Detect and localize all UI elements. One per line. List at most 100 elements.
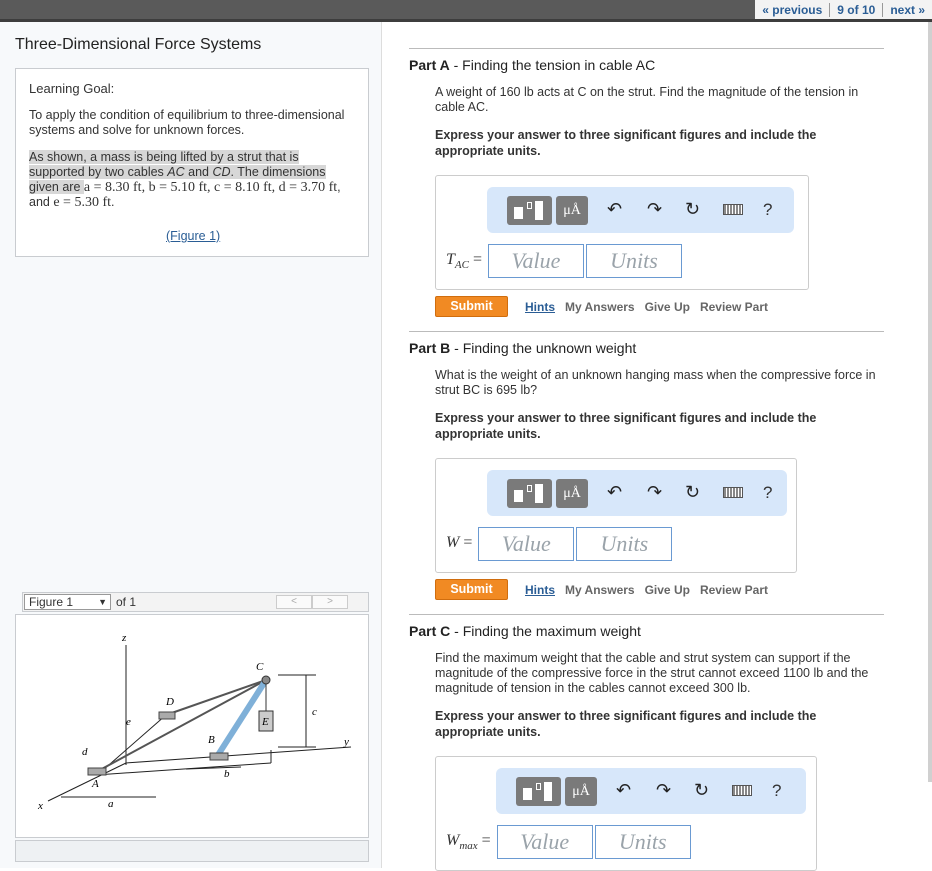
help-icon[interactable]: ? — [763, 200, 772, 220]
redo-icon[interactable]: ↷ — [647, 199, 662, 220]
units-input[interactable]: Units — [594, 825, 691, 859]
review-part-link[interactable]: Review Part — [700, 300, 768, 314]
figure-select[interactable]: Figure 1 ▼ — [24, 594, 111, 610]
assignment-nav: « previous 9 of 10 next » — [755, 0, 932, 19]
math-toolbar: μÅ ↶ ↷ ↻ ? — [487, 187, 794, 233]
help-icon[interactable]: ? — [772, 781, 781, 801]
intro-and: and — [184, 165, 213, 179]
label-a-dim: a — [108, 798, 114, 810]
figure-footer — [15, 840, 369, 862]
figure-link[interactable]: (Figure 1) — [166, 229, 220, 244]
my-answers-link[interactable]: My Answers — [565, 583, 635, 597]
joint-c — [261, 675, 271, 685]
part-a-answer-box: μÅ ↶ ↷ ↻ ? TAC = Value Units — [435, 175, 809, 290]
redo-icon[interactable]: ↷ — [656, 780, 671, 801]
redo-icon[interactable]: ↷ — [647, 482, 662, 503]
keyboard-icon[interactable] — [732, 785, 752, 796]
units-input[interactable]: Units — [576, 527, 673, 561]
cable-ac — [97, 679, 267, 772]
reset-icon[interactable]: ↻ — [694, 780, 709, 801]
math-toolbar: μÅ ↶ ↷ ↻ ? — [487, 470, 787, 516]
intro-text: As shown, a mass is being lifted by a st… — [29, 150, 355, 210]
scrollbar[interactable] — [928, 22, 932, 782]
support-b — [209, 752, 229, 761]
label-a-point: A — [91, 778, 99, 790]
previous-link[interactable]: « previous — [755, 3, 829, 17]
support-a — [87, 767, 107, 776]
part-divider — [409, 48, 884, 49]
hints-link[interactable]: Hints — [525, 300, 555, 314]
value-input[interactable]: Value — [478, 527, 575, 561]
label-x: x — [37, 800, 43, 812]
label-e-dim: e — [126, 716, 131, 728]
label-c-dim: c — [312, 706, 317, 718]
dimension-values: a = 8.30 ft, b = 5.10 ft, c = 8.10 ft, d… — [83, 180, 338, 195]
next-link[interactable]: next » — [883, 3, 932, 17]
goal-heading: Learning Goal: — [29, 81, 115, 96]
value-input[interactable]: Value — [496, 825, 593, 859]
right-panel: Part A - Finding the tension in cable AC… — [383, 22, 932, 871]
figure-toolbar: Figure 1 ▼ of 1 < > — [22, 592, 369, 612]
give-up-link[interactable]: Give Up — [645, 583, 690, 597]
templates-button[interactable] — [507, 479, 552, 508]
help-icon[interactable]: ? — [763, 483, 772, 503]
math-toolbar: μÅ ↶ ↷ ↻ ? — [496, 768, 806, 814]
figure-count: of 1 — [116, 595, 137, 609]
keyboard-icon[interactable] — [723, 204, 743, 215]
figure-pager: < > — [276, 595, 348, 609]
reset-icon[interactable]: ↻ — [685, 199, 700, 220]
left-panel: Three-Dimensional Force Systems Learning… — [0, 22, 382, 868]
label-b-point: B — [208, 734, 215, 746]
part-a: Part A - Finding the tension in cable AC… — [409, 48, 884, 317]
keyboard-icon[interactable] — [723, 487, 743, 498]
hints-link[interactable]: Hints — [525, 583, 555, 597]
x-axis — [47, 762, 127, 802]
dimension-e: e = 5.30 ft — [53, 195, 112, 210]
answer-row: TAC = Value Units — [446, 244, 682, 278]
my-answers-link[interactable]: My Answers — [565, 300, 635, 314]
strut-diagram: z C D e B E c y d A b x a — [37, 632, 352, 812]
value-input[interactable]: Value — [488, 244, 584, 278]
submit-button[interactable]: Submit — [435, 296, 508, 317]
figure-next-button[interactable]: > — [312, 595, 348, 609]
templates-button[interactable] — [507, 196, 552, 225]
part-a-instruction: Express your answer to three significant… — [435, 128, 817, 158]
part-b-instruction: Express your answer to three significant… — [435, 411, 817, 441]
symbols-button[interactable]: μÅ — [565, 777, 597, 806]
units-input[interactable]: Units — [586, 244, 682, 278]
figure-area: z C D e B E c y d A b x a — [15, 614, 369, 838]
label-d-dim: d — [82, 746, 88, 758]
label-z: z — [121, 632, 127, 644]
label-y: y — [343, 736, 349, 748]
undo-icon[interactable]: ↶ — [607, 482, 622, 503]
y-axis — [125, 746, 352, 764]
top-bar: « previous 9 of 10 next » — [0, 0, 932, 22]
give-up-link[interactable]: Give Up — [645, 300, 690, 314]
part-b: Part B - Finding the unknown weight What… — [409, 331, 884, 600]
dims-end: . — [111, 195, 115, 209]
answer-label: TAC = — [446, 250, 482, 272]
templates-button[interactable] — [516, 777, 561, 806]
part-b-answer-box: μÅ ↶ ↷ ↻ ? W = Value Units — [435, 458, 797, 573]
symbols-button[interactable]: μÅ — [556, 196, 588, 225]
review-part-link[interactable]: Review Part — [700, 583, 768, 597]
undo-icon[interactable]: ↶ — [607, 199, 622, 220]
part-a-actions: Submit Hints My Answers Give Up Review P… — [435, 296, 884, 317]
figure-prev-button[interactable]: < — [276, 595, 312, 609]
part-b-question: What is the weight of an unknown hanging… — [435, 368, 876, 397]
undo-icon[interactable]: ↶ — [616, 780, 631, 801]
answer-label: Wmax = — [446, 831, 491, 853]
answer-row: Wmax = Value Units — [446, 825, 691, 859]
part-divider — [409, 331, 884, 332]
chevron-down-icon: ▼ — [98, 597, 107, 607]
part-c-title: Part C - Finding the maximum weight — [409, 623, 641, 639]
label-c-point: C — [256, 661, 264, 673]
part-a-title: Part A - Finding the tension in cable AC — [409, 57, 656, 73]
support-d — [158, 711, 176, 720]
symbols-button[interactable]: μÅ — [556, 479, 588, 508]
reset-icon[interactable]: ↻ — [685, 482, 700, 503]
part-divider — [409, 614, 884, 615]
submit-button[interactable]: Submit — [435, 579, 508, 600]
part-b-title: Part B - Finding the unknown weight — [409, 340, 637, 356]
label-b-dim: b — [224, 768, 230, 780]
